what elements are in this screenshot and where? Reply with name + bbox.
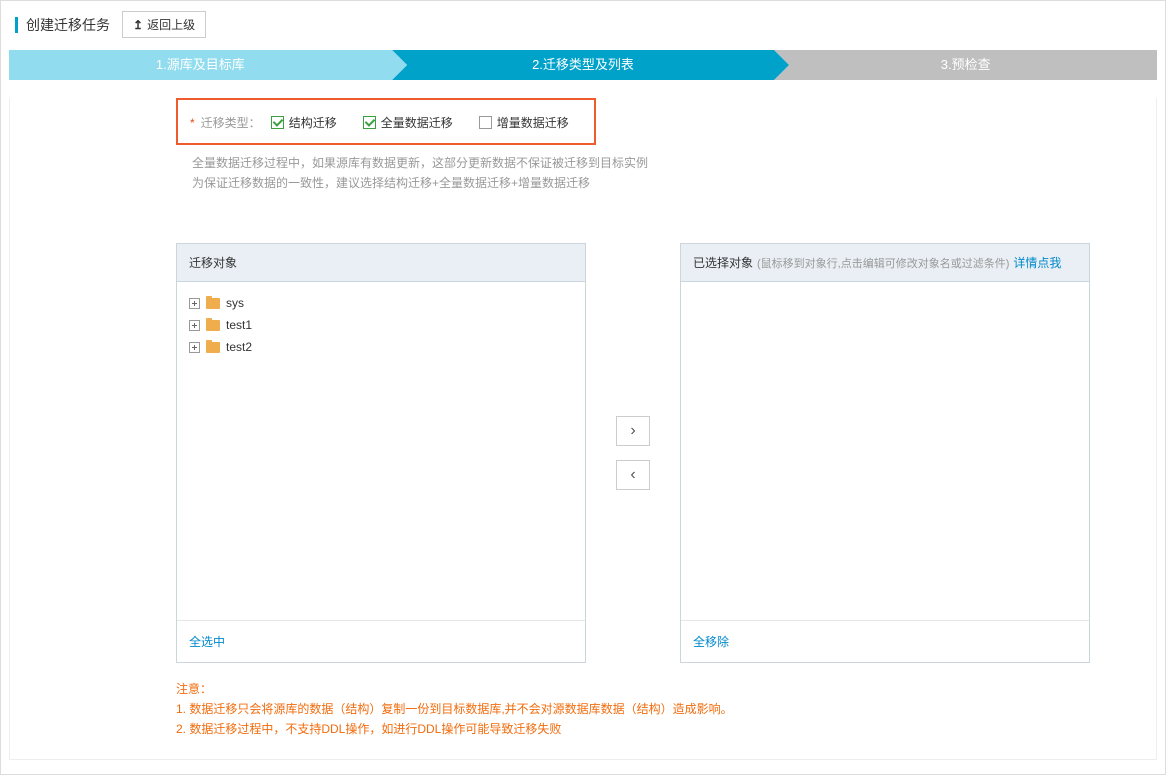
select-all-link[interactable]: 全选中 [189, 635, 225, 649]
dual-list-panel: 迁移对象 sys test1 test2 [176, 243, 1156, 663]
arrow-up-icon: ↥ [133, 18, 143, 32]
checkbox-full-label: 全量数据迁移 [381, 114, 453, 131]
checkbox-incremental[interactable]: 增量数据迁移 [479, 114, 569, 131]
main-content: * 迁移类型： 结构迁移 全量数据迁移 增量数据迁移 全量数据迁移过程中，如果源… [9, 98, 1157, 760]
tree-item[interactable]: sys [189, 292, 573, 314]
folder-icon [206, 342, 220, 353]
tree-item[interactable]: test1 [189, 314, 573, 336]
expand-icon[interactable] [189, 320, 200, 331]
step-2: 2.迁移类型及列表 [392, 50, 775, 80]
step-1: 1.源库及目标库 [9, 50, 392, 80]
tree-item-label: test2 [226, 340, 252, 354]
step-1-label: 1.源库及目标库 [156, 57, 245, 72]
tree-item-label: test1 [226, 318, 252, 332]
checkbox-icon [363, 116, 376, 129]
tree-item[interactable]: test2 [189, 336, 573, 358]
transfer-buttons: › ‹ [616, 243, 650, 663]
expand-icon[interactable] [189, 298, 200, 309]
page-header: 创建迁移任务 ↥ 返回上级 [1, 1, 1165, 46]
step-2-label: 2.迁移类型及列表 [532, 57, 634, 72]
page-title: 创建迁移任务 [26, 15, 110, 35]
header-accent-bar [15, 17, 18, 33]
step-3-label: 3.预检查 [941, 57, 991, 72]
target-panel-title: 已选择对象 [693, 254, 753, 271]
source-panel-title: 迁移对象 [189, 254, 237, 271]
tree-item-label: sys [226, 296, 244, 310]
source-panel-header: 迁移对象 [177, 244, 585, 282]
description-text: 全量数据迁移过程中，如果源库有数据更新，这部分更新数据不保证被迁移到目标实例 为… [192, 153, 1156, 193]
source-panel-body: sys test1 test2 [177, 282, 585, 620]
source-panel-footer: 全选中 [177, 620, 585, 662]
checkbox-icon [479, 116, 492, 129]
detail-link[interactable]: 详情点我 [1013, 254, 1061, 271]
notice-line-1: 1. 数据迁移只会将源库的数据（结构）复制一份到目标数据库,并不会对源数据库数据… [176, 699, 1156, 719]
checkbox-structure[interactable]: 结构迁移 [271, 114, 337, 131]
notice-line-2: 2. 数据迁移过程中，不支持DDL操作，如进行DDL操作可能导致迁移失败 [176, 719, 1156, 739]
chevron-right-icon: › [630, 422, 635, 440]
migration-type-label: 迁移类型： [201, 114, 261, 131]
checkbox-icon [271, 116, 284, 129]
notice-block: 注意： 1. 数据迁移只会将源库的数据（结构）复制一份到目标数据库,并不会对源数… [176, 679, 1156, 739]
move-left-button[interactable]: ‹ [616, 460, 650, 490]
notice-title: 注意： [176, 679, 1156, 699]
target-objects-panel: 已选择对象 (鼠标移到对象行,点击编辑可修改对象名或过滤条件) 详情点我 全移除 [680, 243, 1090, 663]
target-panel-hint: (鼠标移到对象行,点击编辑可修改对象名或过滤条件) [757, 255, 1009, 271]
migration-type-box: * 迁移类型： 结构迁移 全量数据迁移 增量数据迁移 [176, 98, 596, 145]
wizard-steps: 1.源库及目标库 2.迁移类型及列表 3.预检查 [9, 50, 1157, 80]
target-panel-footer: 全移除 [681, 620, 1089, 662]
required-star-icon: * [190, 116, 195, 130]
target-panel-header: 已选择对象 (鼠标移到对象行,点击编辑可修改对象名或过滤条件) 详情点我 [681, 244, 1089, 282]
target-panel-body [681, 282, 1089, 620]
chevron-left-icon: ‹ [630, 466, 635, 484]
step-3: 3.预检查 [774, 50, 1157, 80]
remove-all-link[interactable]: 全移除 [693, 635, 729, 649]
checkbox-full[interactable]: 全量数据迁移 [363, 114, 453, 131]
checkbox-structure-label: 结构迁移 [289, 114, 337, 131]
folder-icon [206, 320, 220, 331]
desc-line-1: 全量数据迁移过程中，如果源库有数据更新，这部分更新数据不保证被迁移到目标实例 [192, 153, 1156, 173]
checkbox-incremental-label: 增量数据迁移 [497, 114, 569, 131]
back-button-label: 返回上级 [147, 16, 195, 33]
folder-icon [206, 298, 220, 309]
back-button[interactable]: ↥ 返回上级 [122, 11, 206, 38]
source-objects-panel: 迁移对象 sys test1 test2 [176, 243, 586, 663]
move-right-button[interactable]: › [616, 416, 650, 446]
expand-icon[interactable] [189, 342, 200, 353]
desc-line-2: 为保证迁移数据的一致性，建议选择结构迁移+全量数据迁移+增量数据迁移 [192, 173, 1156, 193]
